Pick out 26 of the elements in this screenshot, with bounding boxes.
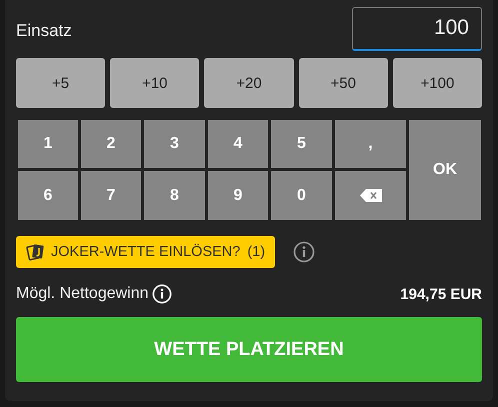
quick-amount-button[interactable]: +100 (392, 58, 482, 108)
keypad-key[interactable]: 3 (144, 120, 205, 168)
keypad-key[interactable]: 4 (208, 120, 268, 168)
net-win-label: Mögl. Nettogewinn (16, 285, 149, 303)
keypad-key[interactable]: 8 (144, 171, 205, 220)
stake-field[interactable]: 100 (352, 6, 482, 50)
stake-label: Einsatz (16, 20, 72, 40)
backspace-icon (360, 189, 382, 202)
cards-icon (26, 243, 46, 261)
joker-bet-button[interactable]: JOKER-WETTE EINLÖSEN? (1) (16, 236, 276, 268)
backspace-key[interactable] (335, 171, 406, 220)
keypad-key[interactable]: , (335, 120, 406, 168)
quick-amount-button[interactable]: +20 (204, 58, 294, 108)
keypad-key[interactable]: 9 (208, 171, 268, 220)
quick-amount-button[interactable]: +50 (298, 58, 388, 108)
keypad-key[interactable]: 5 (271, 120, 332, 168)
net-win-amount: 194,75 EUR (400, 286, 482, 302)
keypad-key[interactable]: 2 (81, 120, 141, 168)
quick-amount-button[interactable]: +5 (16, 58, 106, 108)
keypad-key[interactable]: 7 (81, 171, 141, 220)
place-bet-button[interactable]: WETTE PLATZIEREN (16, 317, 482, 382)
keypad-key[interactable]: 1 (18, 120, 78, 168)
quick-amount-button[interactable]: +10 (110, 58, 200, 108)
keypad-key[interactable]: 0 (271, 171, 332, 220)
keypad-key[interactable]: 6 (18, 171, 78, 220)
ok-key[interactable]: OK (409, 120, 481, 220)
